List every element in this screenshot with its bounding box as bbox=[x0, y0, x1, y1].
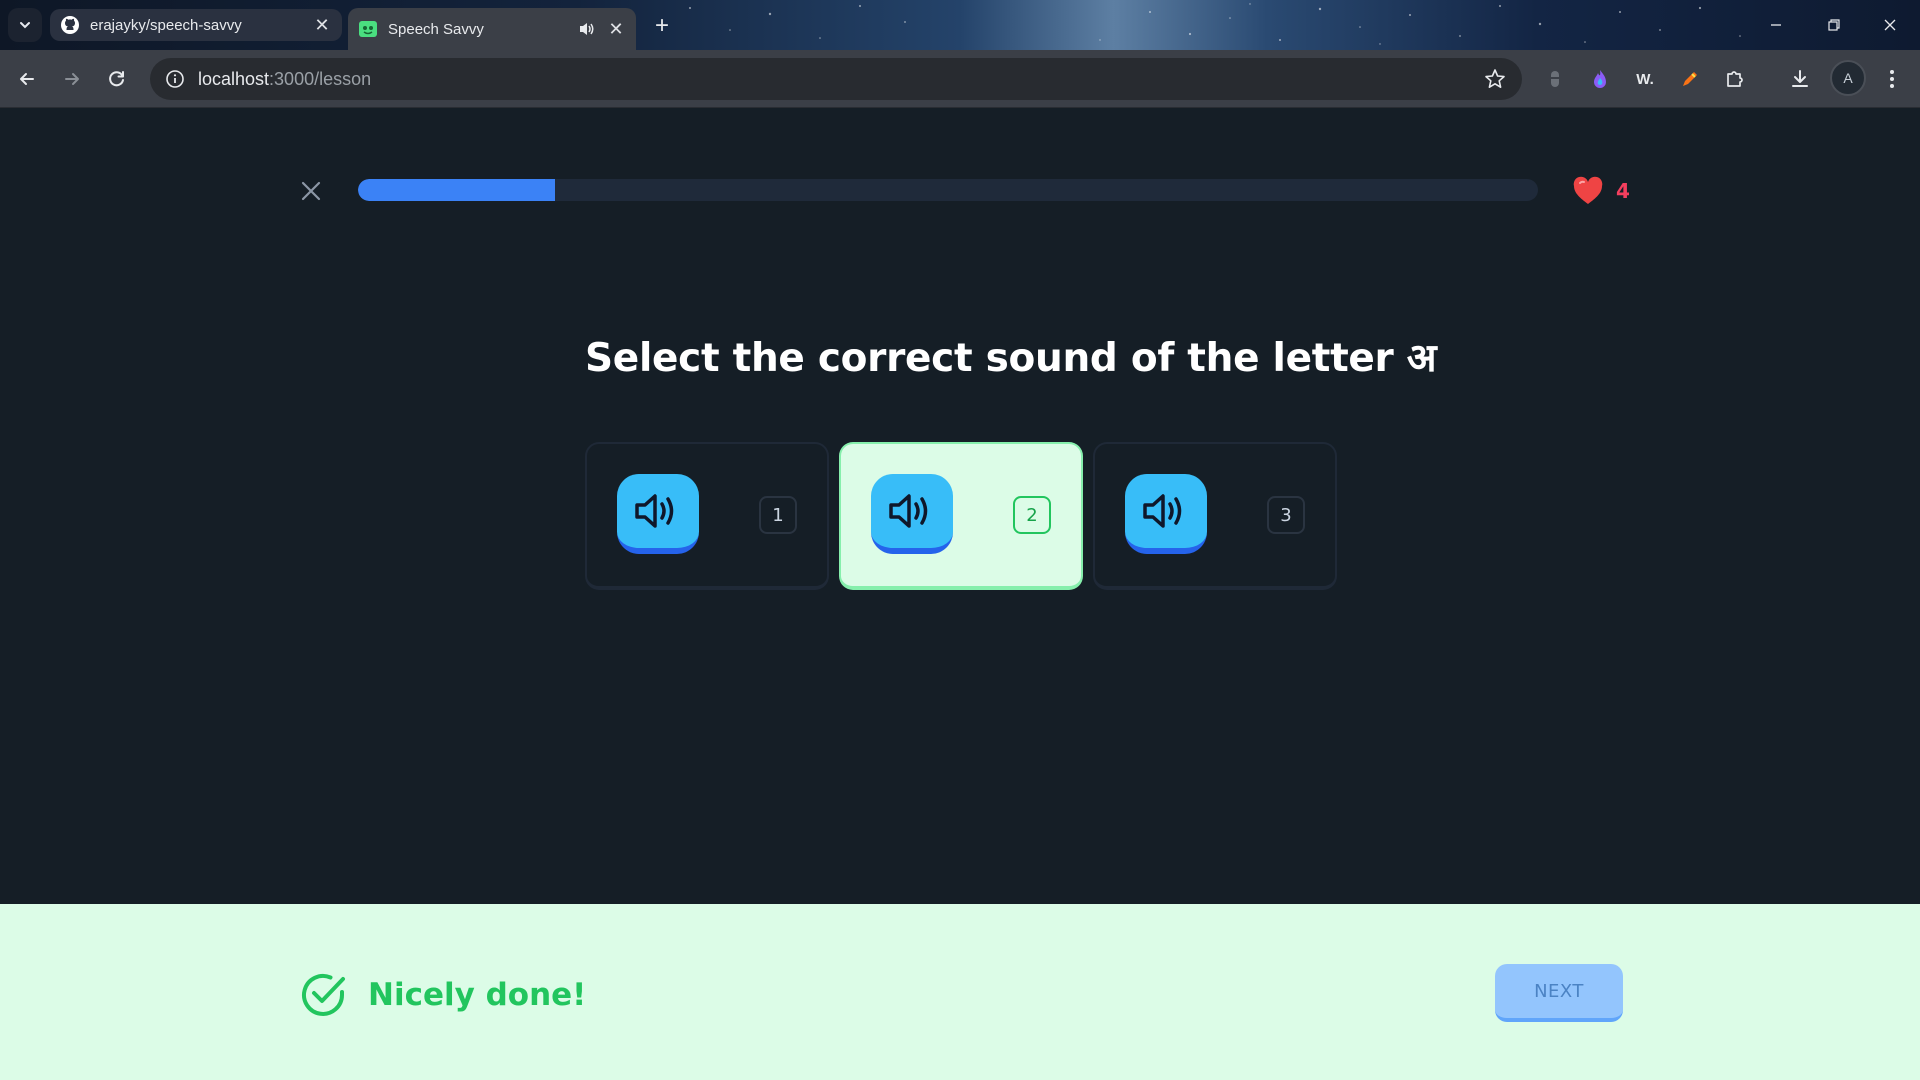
extension-flame-icon[interactable] bbox=[1584, 63, 1616, 95]
tab-title: erajayky/speech-savvy bbox=[90, 16, 242, 34]
app-favicon-icon bbox=[358, 19, 378, 39]
profile-avatar[interactable]: A bbox=[1830, 60, 1866, 96]
tab-github[interactable]: erajayky/speech-savvy ✕ bbox=[50, 9, 342, 41]
option-card-2[interactable]: 2 bbox=[839, 442, 1083, 590]
arrow-right-icon bbox=[65, 73, 79, 85]
option-shortcut-key: 3 bbox=[1267, 496, 1305, 534]
chevron-down-icon bbox=[20, 22, 30, 29]
minimize-icon bbox=[1771, 24, 1781, 26]
exit-lesson-button[interactable] bbox=[296, 176, 326, 206]
close-icon bbox=[301, 181, 321, 201]
play-sound-button[interactable] bbox=[1125, 474, 1207, 554]
close-tab-icon[interactable]: ✕ bbox=[606, 19, 626, 39]
close-tab-icon[interactable]: ✕ bbox=[312, 15, 332, 35]
speaker-icon bbox=[1143, 494, 1182, 528]
url-host: localhost bbox=[198, 68, 270, 89]
back-button[interactable] bbox=[10, 62, 44, 96]
extensions-puzzle-icon[interactable] bbox=[1719, 63, 1751, 95]
lesson-header: 4 bbox=[0, 108, 1920, 268]
result-message: Nicely done! bbox=[298, 970, 586, 1020]
reload-icon bbox=[109, 71, 124, 87]
extension-w-icon[interactable]: W. bbox=[1629, 63, 1661, 95]
option-card-1[interactable]: 1 bbox=[585, 442, 829, 590]
forward-button[interactable] bbox=[55, 62, 89, 96]
arrow-left-icon bbox=[20, 73, 34, 85]
browser-menu-icon[interactable] bbox=[1876, 63, 1908, 95]
url-path: :3000/lesson bbox=[269, 68, 372, 89]
extension-pen-icon[interactable] bbox=[1674, 63, 1706, 95]
restore-icon bbox=[1828, 19, 1840, 31]
browser-tab-strip: erajayky/speech-savvy ✕ Speech Savvy ✕ + bbox=[0, 0, 1920, 50]
tab-audio-playing-icon[interactable] bbox=[576, 19, 598, 39]
close-window-button[interactable] bbox=[1870, 8, 1910, 42]
extension-gray-icon[interactable] bbox=[1539, 63, 1571, 95]
address-bar[interactable]: localhost:3000/lesson bbox=[150, 58, 1522, 100]
tab-title: Speech Savvy bbox=[388, 20, 484, 38]
check-circle-icon bbox=[302, 973, 345, 1016]
option-shortcut-key: 2 bbox=[1013, 496, 1051, 534]
browser-toolbar: localhost:3000/lesson W. bbox=[0, 50, 1920, 108]
bookmark-star-icon[interactable] bbox=[1484, 68, 1506, 90]
tab-speech-savvy[interactable]: Speech Savvy ✕ bbox=[348, 8, 636, 50]
play-sound-button[interactable] bbox=[871, 474, 953, 554]
downloads-icon[interactable] bbox=[1784, 63, 1816, 95]
option-shortcut-key: 1 bbox=[759, 496, 797, 534]
lesson-footer: Nicely done! NEXT bbox=[0, 904, 1920, 1080]
minimize-window-button[interactable] bbox=[1756, 8, 1796, 42]
speaker-icon bbox=[889, 494, 928, 528]
close-icon bbox=[1884, 19, 1896, 31]
hearts-count: 4 bbox=[1616, 179, 1630, 203]
hearts-counter: 4 bbox=[1572, 176, 1630, 206]
github-icon bbox=[60, 15, 80, 35]
speaker-icon bbox=[635, 494, 674, 528]
answer-options: 1 2 3 bbox=[585, 442, 1337, 590]
lesson-progress-fill bbox=[358, 179, 556, 201]
heart-icon bbox=[1573, 176, 1603, 204]
reload-button[interactable] bbox=[100, 62, 134, 96]
question-title: Select the correct sound of the letter अ bbox=[585, 336, 1437, 381]
result-label: Nicely done! bbox=[368, 977, 587, 1013]
option-card-3[interactable]: 3 bbox=[1093, 442, 1337, 590]
tab-search-button[interactable] bbox=[8, 8, 42, 42]
restore-window-button[interactable] bbox=[1814, 8, 1854, 42]
site-info-icon[interactable] bbox=[164, 68, 186, 90]
next-button[interactable]: NEXT bbox=[1495, 964, 1623, 1022]
play-sound-button[interactable] bbox=[617, 474, 699, 554]
lesson-progress-bar bbox=[358, 179, 1538, 201]
new-tab-button[interactable]: + bbox=[648, 12, 676, 40]
